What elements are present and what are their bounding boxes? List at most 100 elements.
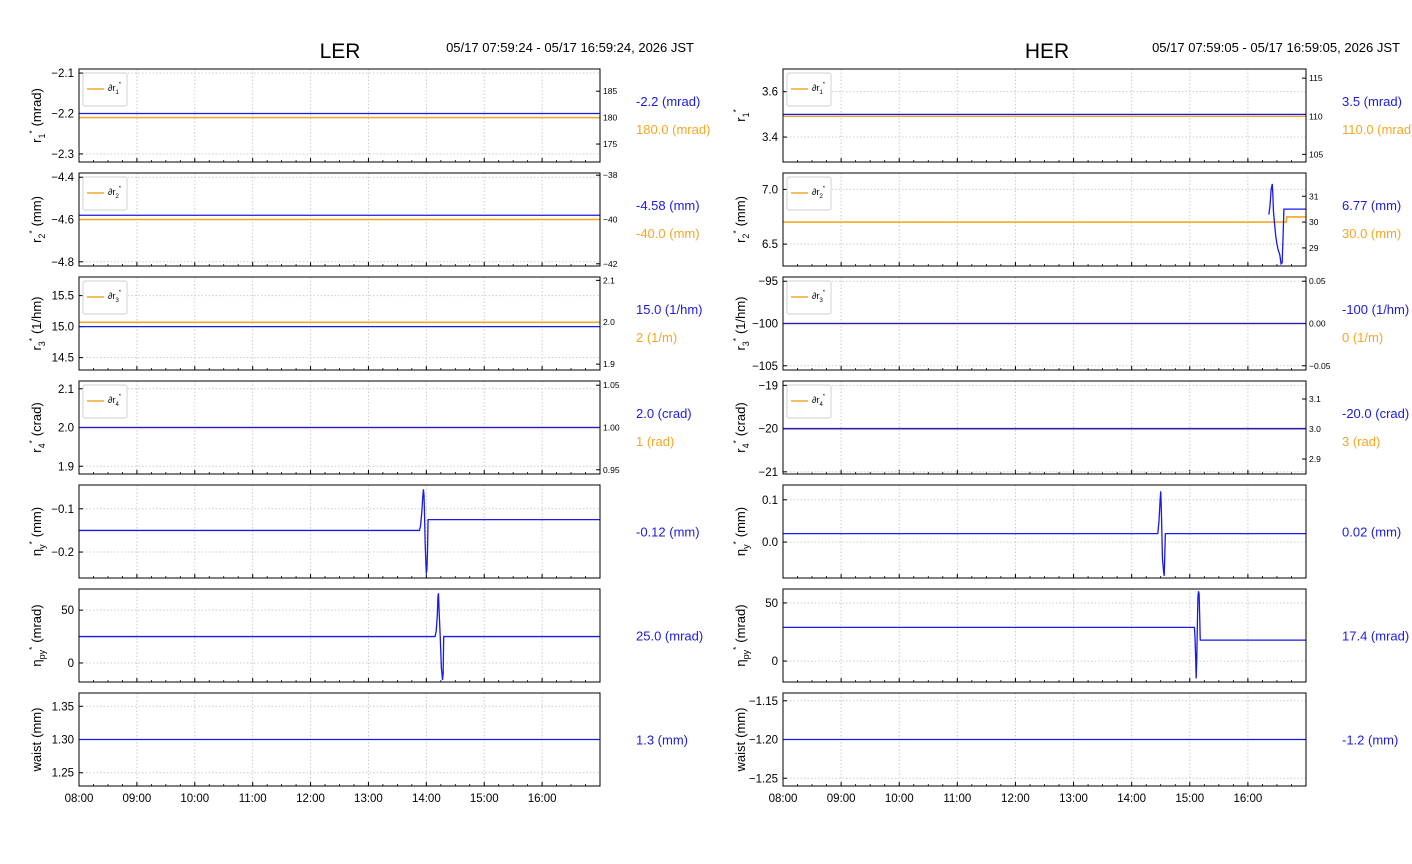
y-tick-label: 3.6 bbox=[762, 87, 778, 99]
y-tick-label: −4.4 bbox=[51, 172, 74, 184]
subplot-row-4: −19 −20 −21 3.1 3.0 2.9 ∂r4* r4*(crad) -20.0 (cr… bbox=[732, 380, 1409, 479]
x-tick-label: 09:00 bbox=[827, 793, 856, 805]
y-axis-label: r4*(crad) bbox=[28, 402, 47, 452]
current-value-blue: 25.0 (mrad) bbox=[636, 629, 703, 644]
y-axis-label: r3*(1/hm) bbox=[28, 296, 47, 350]
y-tick-label: −4.8 bbox=[51, 257, 74, 269]
right-y-tick-label: 175 bbox=[603, 139, 617, 149]
right-y-tick-label: 0.00 bbox=[1309, 319, 1326, 329]
subplot-row-4: 2.1 2.0 1.9 1.05 1.00 0.95 ∂r4* r4*(crad) 2.0 (c… bbox=[28, 380, 692, 475]
y-axis-label: ηpy*(mrad) bbox=[28, 604, 47, 666]
chart-figure: LER 05/17 07:59:24 - 05/17 16:59:24, 2026… bbox=[28, 40, 1412, 805]
axes-frame bbox=[782, 484, 1307, 579]
x-tick-label: 09:00 bbox=[122, 793, 151, 805]
right-y-tick-label: 31 bbox=[1309, 191, 1319, 201]
axes-frame bbox=[78, 484, 601, 579]
right-y-tick-label: 180 bbox=[603, 113, 617, 123]
x-tick-label: 12:00 bbox=[296, 793, 325, 805]
panel-ler: LER 05/17 07:59:24 - 05/17 16:59:24, 2026… bbox=[28, 40, 710, 805]
current-value-orange: 2 (1/m) bbox=[636, 330, 677, 345]
y-tick-label: −0.2 bbox=[51, 547, 74, 559]
y-tick-label: 15.5 bbox=[52, 291, 74, 303]
y-axis-label: r2*(mm) bbox=[28, 196, 47, 243]
right-y-tick-label: 1.00 bbox=[603, 423, 620, 433]
right-y-tick-label: 3.0 bbox=[1309, 424, 1321, 434]
legend: ∂r2* bbox=[786, 176, 832, 211]
current-value-blue: -2.2 (mrad) bbox=[636, 94, 700, 109]
y-tick-label: −4.6 bbox=[51, 215, 74, 227]
y-tick-label: 3.4 bbox=[762, 132, 779, 144]
right-y-tick-label: 115 bbox=[1309, 73, 1323, 83]
legend: ∂r3* bbox=[786, 280, 832, 315]
subplot-row-5: −0.1 −0.2 ηy*(mm) -0.12 (mm) bbox=[28, 484, 700, 579]
y-tick-label: 15.0 bbox=[52, 322, 74, 334]
current-value-orange: -40.0 (mm) bbox=[636, 226, 700, 241]
right-y-tick-label: 30 bbox=[1309, 217, 1319, 227]
current-value-blue: -1.2 (mm) bbox=[1342, 733, 1398, 748]
subplot-row-2: 7.0 6.5 31 30 29 ∂r2* r2*(mm) 6.77 (mm) 30.0 (mm… bbox=[732, 172, 1401, 267]
y-tick-label: 1.9 bbox=[58, 461, 74, 473]
x-tick-label: 11:00 bbox=[239, 793, 267, 805]
right-y-tick-label: 0.05 bbox=[1309, 276, 1326, 286]
y-axis-label: r4*(crad) bbox=[732, 402, 751, 452]
panel-title: HER bbox=[1025, 40, 1069, 63]
x-tick-label: 13:00 bbox=[354, 793, 383, 805]
x-tick-label: 12:00 bbox=[1001, 793, 1030, 805]
y-tick-label: −100 bbox=[752, 319, 778, 331]
legend: ∂r3* bbox=[82, 280, 128, 315]
right-y-tick-label: −38 bbox=[603, 170, 618, 180]
x-tick-label: 15:00 bbox=[470, 793, 499, 805]
series-blue-line bbox=[783, 491, 1306, 576]
axes-frame bbox=[782, 380, 1307, 475]
right-y-tick-label: 2.9 bbox=[1309, 454, 1321, 464]
x-tick-label: 10:00 bbox=[180, 793, 209, 805]
right-y-tick-label: −40 bbox=[603, 215, 618, 225]
subplot-row-3: 15.5 15.0 14.5 2.1 2.0 1.9 ∂r3* r3*(1/hm) 15.0 (… bbox=[28, 275, 702, 371]
y-tick-label: 2.0 bbox=[58, 423, 74, 435]
y-tick-label: 0.1 bbox=[762, 495, 778, 507]
y-tick-label: −1.15 bbox=[749, 696, 778, 708]
subplot-row-6: 50 0 ηpy*(mrad) 25.0 (mrad) bbox=[28, 588, 703, 683]
y-tick-label: 2.1 bbox=[58, 384, 74, 396]
axes-frame bbox=[78, 68, 601, 163]
x-tick-label: 08:00 bbox=[65, 793, 94, 805]
x-tick-label: 08:00 bbox=[769, 793, 798, 805]
x-tick-label: 11:00 bbox=[943, 793, 971, 805]
right-y-tick-label: 185 bbox=[603, 86, 617, 96]
legend: ∂r1* bbox=[786, 72, 832, 107]
current-value-blue: 6.77 (mm) bbox=[1342, 198, 1401, 213]
subplot-row-7: 1.35 1.30 1.25 waist(mm) 1.3 (mm) 08:00 09:00 1… bbox=[29, 692, 688, 805]
legend: ∂r1* bbox=[82, 72, 128, 107]
right-y-tick-label: 1.05 bbox=[603, 380, 620, 390]
panel-title: LER bbox=[320, 40, 361, 63]
subplot-row-6: 50 0 ηpy*(mrad) 17.4 (mrad) bbox=[732, 588, 1409, 683]
axes-frame bbox=[78, 276, 601, 371]
y-axis-label: r1*(mrad) bbox=[28, 88, 47, 143]
right-y-tick-label: 2.0 bbox=[603, 317, 615, 327]
current-value-orange: 30.0 (mm) bbox=[1342, 226, 1401, 241]
series-blue-line bbox=[1268, 183, 1306, 266]
x-tick-label: 16:00 bbox=[528, 793, 557, 805]
y-tick-label: 50 bbox=[61, 605, 74, 617]
y-tick-label: 0.0 bbox=[762, 537, 778, 549]
y-axis-label: r2*(mm) bbox=[732, 196, 751, 243]
date-range: 05/17 07:59:24 - 05/17 16:59:24, 2026 JS… bbox=[446, 40, 694, 55]
y-tick-label: −1.25 bbox=[749, 773, 778, 785]
y-tick-label: 6.5 bbox=[762, 239, 778, 251]
current-value-blue: -4.58 (mm) bbox=[636, 198, 700, 213]
x-tick-label: 10:00 bbox=[885, 793, 914, 805]
x-tick-label: 16:00 bbox=[1233, 793, 1262, 805]
date-range: 05/17 07:59:05 - 05/17 16:59:05, 2026 JS… bbox=[1152, 40, 1400, 55]
y-tick-label: −2.1 bbox=[51, 68, 74, 80]
y-tick-label: −2.2 bbox=[51, 108, 74, 120]
y-tick-label: 0 bbox=[772, 656, 778, 668]
y-axis-label: r3*(1/hm) bbox=[732, 296, 751, 350]
subplot-row-7: −1.15 −1.20 −1.25waist(mm) -1.2 (mm) 08:00 09… bbox=[733, 692, 1398, 805]
panel-her: HER 05/17 07:59:05 - 05/17 16:59:05, 2026… bbox=[732, 40, 1412, 805]
y-tick-label: 1.35 bbox=[52, 701, 74, 713]
right-y-tick-label: 29 bbox=[1309, 243, 1319, 253]
y-axis-label: r1* bbox=[732, 109, 751, 121]
current-value-blue: 17.4 (mrad) bbox=[1342, 629, 1409, 644]
axes-frame bbox=[782, 172, 1307, 267]
y-tick-label: −1.20 bbox=[749, 735, 778, 747]
